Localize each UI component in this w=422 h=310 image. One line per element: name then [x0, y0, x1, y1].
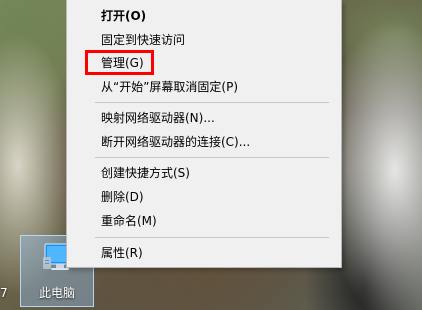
- menu-item-delete[interactable]: 删除(D): [101, 187, 341, 207]
- menu-separator: [95, 237, 329, 238]
- context-menu: 打开(O) 固定到快速访问 管理(G) 从“开始”屏幕取消固定(P) 映射网络驱…: [66, 0, 342, 268]
- manage-highlight-box: [85, 50, 154, 75]
- menu-item-unpin-start[interactable]: 从“开始”屏幕取消固定(P): [101, 77, 341, 97]
- desktop-text-fragment: 7: [0, 286, 8, 300]
- menu-item-create-shortcut[interactable]: 创建快捷方式(S): [101, 163, 341, 183]
- menu-item-open[interactable]: 打开(O): [101, 6, 341, 26]
- menu-separator: [95, 157, 329, 158]
- menu-item-pin-quick-access[interactable]: 固定到快速访问: [101, 30, 341, 50]
- menu-item-properties[interactable]: 属性(R): [101, 243, 341, 263]
- desktop: 7 此电脑 打开(O) 固定到快速访问 管理(G) 从“开始”屏幕取消固定(P)…: [0, 0, 422, 310]
- this-pc-label: 此电脑: [38, 286, 75, 300]
- menu-separator: [95, 102, 329, 103]
- menu-item-disconnect-network-drive[interactable]: 断开网络驱动器的连接(C)...: [101, 132, 341, 152]
- menu-item-map-network-drive[interactable]: 映射网络驱动器(N)...: [101, 108, 341, 128]
- menu-item-rename[interactable]: 重命名(M): [101, 211, 341, 231]
